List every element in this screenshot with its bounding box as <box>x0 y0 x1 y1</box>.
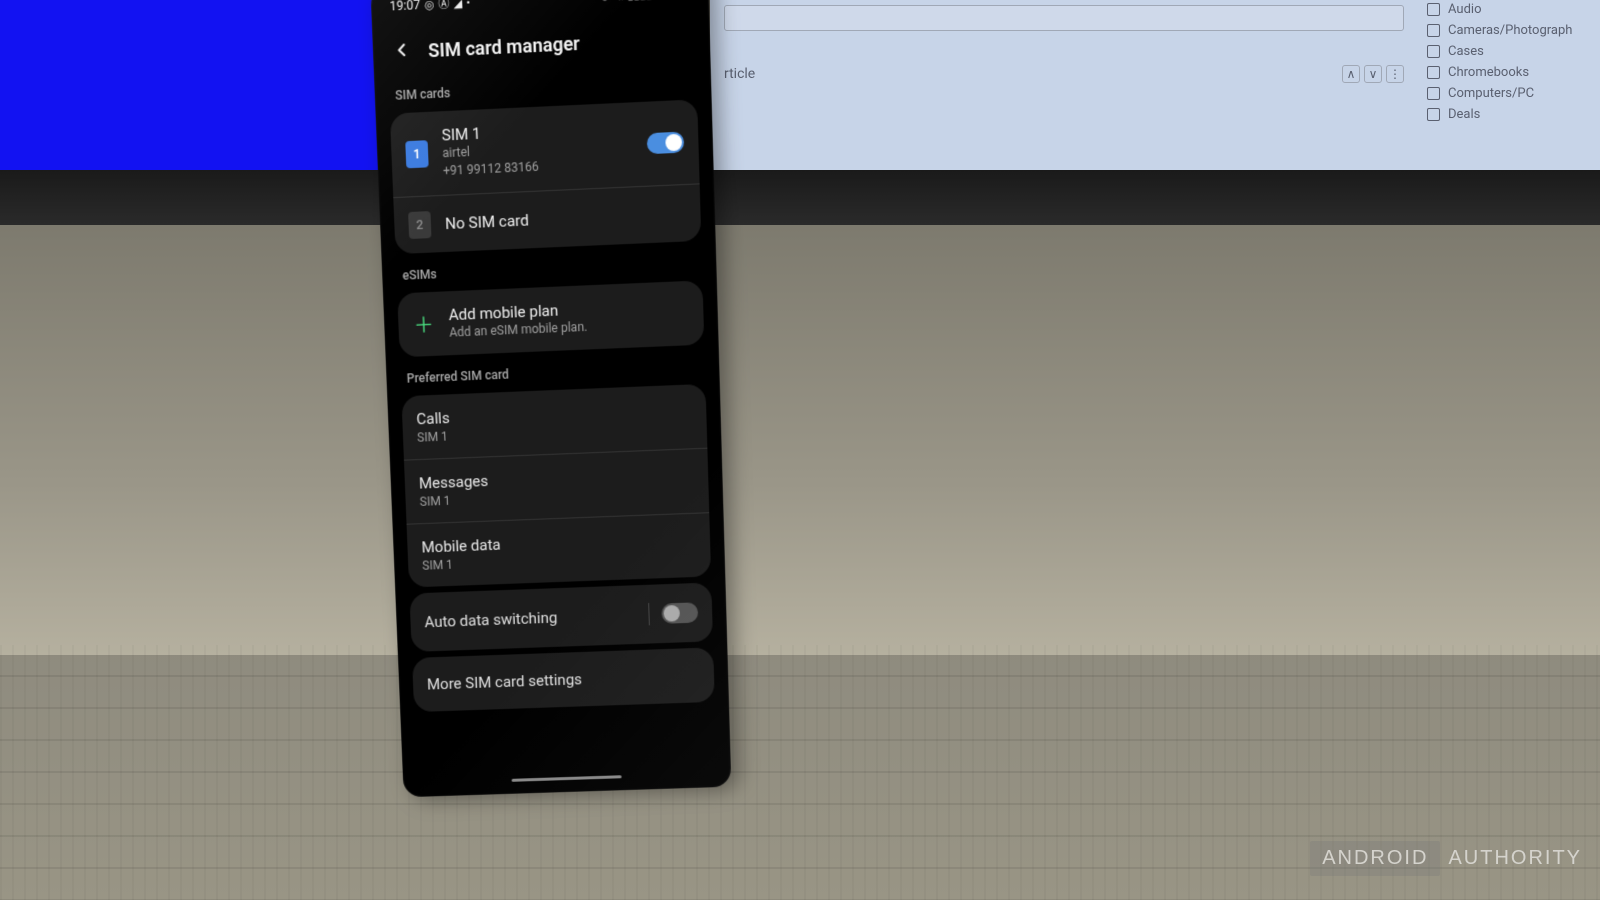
page-title: SIM card manager <box>428 33 580 62</box>
preferred-mobile-data[interactable]: Mobile data SIM 1 <box>407 513 712 588</box>
preferred-card: Calls SIM 1 Messages SIM 1 Mobile data S… <box>401 384 711 588</box>
auto-switch-toggle[interactable] <box>661 603 698 625</box>
volte-icon: ↹ <box>613 0 623 2</box>
auto-switch-card: Auto data switching <box>409 583 713 652</box>
status-battery-pct: 85% <box>656 0 679 1</box>
dot-icon: • <box>466 0 470 9</box>
background-article-label: rticle <box>724 66 755 82</box>
preferred-calls[interactable]: Calls SIM 1 <box>401 384 707 460</box>
back-icon[interactable] <box>391 39 412 65</box>
status-time: 19:07 <box>389 0 420 14</box>
background-monitor-bezel <box>0 170 1600 225</box>
wifi-icon: ⊜ <box>600 0 610 3</box>
background-wall <box>0 225 1600 655</box>
nav-down-icon: ∨ <box>1364 65 1382 83</box>
background-monitor-page: rticle ∧ ∨ ⋮ Audio Cameras/Photograph Ca… <box>710 0 1600 170</box>
send-icon: ◢ <box>453 0 462 10</box>
sim1-icon: 1 <box>405 140 428 168</box>
add-mobile-plan[interactable]: ＋ Add mobile plan Add an eSIM mobile pla… <box>397 280 704 358</box>
divider <box>648 603 650 625</box>
gesture-nav-bar[interactable] <box>512 775 622 782</box>
plus-icon: ＋ <box>412 313 435 337</box>
sim-slot-1[interactable]: 1 SIM 1 airtel +91 99112 83166 <box>390 99 700 196</box>
preferred-messages[interactable]: Messages SIM 1 <box>404 448 709 524</box>
sim1-toggle[interactable] <box>647 131 685 154</box>
app-badge-icon: Ⓐ <box>438 0 450 12</box>
more-card: More SIM card settings <box>412 648 715 713</box>
background-category-list: Audio Cameras/Photograph Cases Chromeboo… <box>1427 2 1592 128</box>
sim2-icon: 2 <box>408 211 431 239</box>
watermark: ANDROID AUTHORITY <box>1310 841 1584 876</box>
section-label-esims: eSIMs <box>396 247 702 287</box>
page-header: SIM card manager <box>386 8 696 73</box>
nav-up-icon: ∧ <box>1342 65 1360 83</box>
section-label-preferred: Preferred SIM card <box>400 351 705 390</box>
auto-switch-label: Auto data switching <box>424 606 637 632</box>
watermark-part2: AUTHORITY <box>1446 841 1584 876</box>
nav-more-icon: ⋮ <box>1386 65 1404 83</box>
sim-cards-card: 1 SIM 1 airtel +91 99112 83166 2 No SIM … <box>390 99 701 253</box>
whatsapp-icon: ◎ <box>424 0 434 11</box>
phone-device: 19:07 ◎ Ⓐ ◢ • ⊜ ↹ ▮▮▮▮ 85% ▮ SIM card ma… <box>370 0 731 797</box>
watermark-part1: ANDROID <box>1310 841 1440 876</box>
more-label: More SIM card settings <box>427 671 583 694</box>
auto-data-switching[interactable]: Auto data switching <box>409 583 713 652</box>
sim2-name: No SIM card <box>445 203 687 232</box>
esim-card: ＋ Add mobile plan Add an eSIM mobile pla… <box>397 280 704 358</box>
signal-icon: ▮▮▮▮ <box>627 0 652 2</box>
background-monitor-blue <box>0 0 410 170</box>
more-sim-settings[interactable]: More SIM card settings <box>412 648 715 713</box>
